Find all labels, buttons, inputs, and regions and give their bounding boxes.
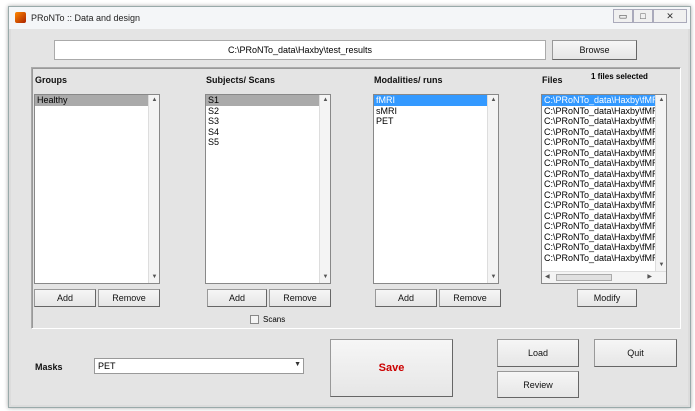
scrollbar[interactable]: ▲ ▼ (487, 95, 498, 283)
scroll-left-icon[interactable]: ◀ (545, 273, 550, 280)
list-item[interactable]: S2 (206, 106, 319, 117)
list-item[interactable]: C:\PRoNTo_data\Haxby\fMR (542, 190, 659, 201)
window-title: PRoNTo :: Data and design (31, 13, 141, 23)
browse-button[interactable]: Browse (552, 40, 637, 60)
masks-selected-value: PET (98, 361, 116, 371)
title-bar: PRoNTo :: Data and design ▭ □ ✕ (9, 7, 690, 29)
scroll-up-icon[interactable]: ▲ (320, 95, 330, 106)
list-item[interactable]: C:\PRoNTo_data\Haxby\fMR (542, 200, 659, 211)
masks-select[interactable]: PET ▼ (94, 358, 304, 374)
list-item[interactable]: C:\PRoNTo_data\Haxby\fMR (542, 232, 659, 243)
save-button[interactable]: Save (330, 339, 453, 397)
list-item[interactable]: Healthy (35, 95, 148, 106)
scroll-down-icon[interactable]: ▼ (488, 272, 498, 283)
list-item[interactable]: S3 (206, 116, 319, 127)
files-list[interactable]: C:\PRoNTo_data\Haxby\fMR C:\PRoNTo_data\H… (541, 94, 667, 284)
modalities-label: Modalities/ runs (374, 75, 443, 85)
load-button[interactable]: Load (497, 339, 579, 367)
list-item[interactable]: S4 (206, 127, 319, 138)
add-group-button[interactable]: Add (34, 289, 96, 307)
groups-label: Groups (35, 75, 68, 85)
list-item[interactable]: C:\PRoNTo_data\Haxby\fMR (542, 221, 659, 232)
subjects-list[interactable]: S1 S2 S3 S4 S5 ▲ ▼ (205, 94, 331, 284)
list-item[interactable]: C:\PRoNTo_data\Haxby\fMR (542, 179, 659, 190)
minimize-button[interactable]: ▭ (613, 9, 633, 23)
modify-button[interactable]: Modify (577, 289, 637, 307)
app-window: PRoNTo :: Data and design ▭ □ ✕ C:\PRoNT… (8, 6, 691, 408)
scans-label: Scans (263, 315, 286, 324)
list-item[interactable]: PET (374, 116, 487, 127)
scrollbar[interactable]: ▲ ▼ (148, 95, 159, 283)
scroll-up-icon[interactable]: ▲ (488, 95, 498, 106)
results-path-field[interactable]: C:\PRoNTo_data\Haxby\test_results (54, 40, 546, 60)
maximize-button[interactable]: □ (633, 9, 653, 23)
modalities-list[interactable]: fMRI sMRI PET ▲ ▼ (373, 94, 499, 284)
list-item[interactable]: C:\PRoNTo_data\Haxby\fMR (542, 116, 659, 127)
list-item[interactable]: C:\PRoNTo_data\Haxby\fMR (542, 211, 659, 222)
list-item[interactable]: fMRI (374, 95, 487, 106)
list-item[interactable]: C:\PRoNTo_data\Haxby\fMR (542, 158, 659, 169)
remove-group-button[interactable]: Remove (98, 289, 160, 307)
scroll-down-icon[interactable]: ▼ (149, 272, 159, 283)
scrollbar[interactable]: ▲ ▼ (655, 95, 666, 271)
scroll-up-icon[interactable]: ▲ (656, 95, 666, 106)
scroll-up-icon[interactable]: ▲ (149, 95, 159, 106)
review-button[interactable]: Review (497, 371, 579, 398)
list-item[interactable]: C:\PRoNTo_data\Haxby\fMR (542, 106, 659, 117)
subjects-label: Subjects/ Scans (206, 75, 276, 85)
scroll-thumb[interactable] (556, 274, 612, 281)
list-item[interactable]: C:\PRoNTo_data\Haxby\fMR (542, 253, 659, 264)
groups-list[interactable]: Healthy ▲ ▼ (34, 94, 160, 284)
list-item[interactable]: C:\PRoNTo_data\Haxby\fMR (542, 127, 659, 138)
list-item[interactable]: sMRI (374, 106, 487, 117)
scrollbar[interactable]: ▲ ▼ (319, 95, 330, 283)
scroll-down-icon[interactable]: ▼ (656, 260, 666, 271)
list-item[interactable]: C:\PRoNTo_data\Haxby\fMR (542, 242, 659, 253)
files-selected-status: 1 files selected (591, 72, 648, 81)
list-item[interactable]: C:\PRoNTo_data\Haxby\fMR (542, 169, 659, 180)
list-item[interactable]: C:\PRoNTo_data\Haxby\fMR (542, 148, 659, 159)
quit-button[interactable]: Quit (594, 339, 677, 367)
masks-label: Masks (35, 362, 63, 372)
chevron-down-icon[interactable]: ▼ (294, 361, 301, 368)
horizontal-scrollbar[interactable]: ◀ ▶ (542, 271, 666, 283)
list-item[interactable]: C:\PRoNTo_data\Haxby\fMR (542, 95, 659, 106)
close-button[interactable]: ✕ (653, 9, 687, 23)
list-item[interactable]: S1 (206, 95, 319, 106)
remove-modality-button[interactable]: Remove (439, 289, 501, 307)
scroll-right-icon[interactable]: ▶ (647, 273, 652, 280)
scans-checkbox[interactable] (250, 315, 259, 324)
list-item[interactable]: C:\PRoNTo_data\Haxby\fMR (542, 137, 659, 148)
files-label: Files (542, 75, 563, 85)
list-item[interactable]: S5 (206, 137, 319, 148)
scroll-down-icon[interactable]: ▼ (320, 272, 330, 283)
add-modality-button[interactable]: Add (375, 289, 437, 307)
remove-subject-button[interactable]: Remove (269, 289, 331, 307)
app-icon (15, 12, 26, 23)
add-subject-button[interactable]: Add (207, 289, 267, 307)
main-content: C:\PRoNTo_data\Haxby\test_results Browse… (11, 29, 688, 405)
